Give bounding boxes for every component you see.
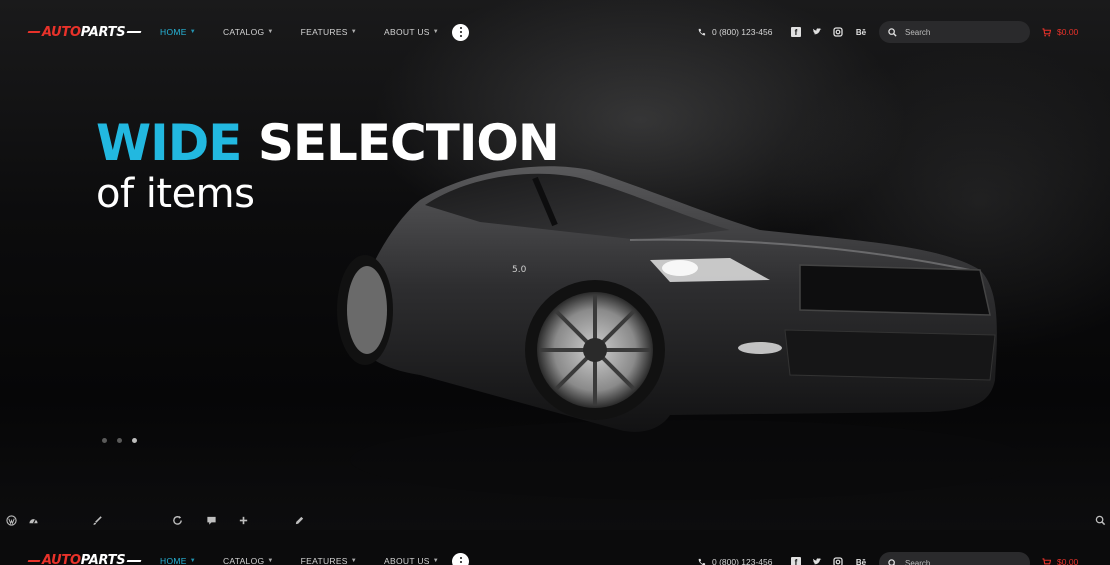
- slider-dot-2[interactable]: [117, 438, 122, 443]
- nav-features[interactable]: FEATURES ▼: [301, 27, 357, 37]
- slider-pagination: [102, 438, 137, 443]
- slider-dot-1[interactable]: [102, 438, 107, 443]
- search-input[interactable]: [905, 558, 1015, 565]
- main-nav: HOME ▼ CATALOG ▼ FEATURES ▼ ABOUT US ▼: [160, 556, 466, 565]
- plus-icon[interactable]: [237, 514, 249, 526]
- nav-catalog[interactable]: CATALOG ▼: [223, 27, 274, 37]
- slider-dot-3[interactable]: [132, 438, 137, 443]
- headline-subtitle: of items: [96, 171, 255, 217]
- svg-text:5.0: 5.0: [512, 265, 527, 275]
- cart-total: $0.00: [1057, 557, 1079, 565]
- edit-icon[interactable]: [293, 514, 305, 526]
- more-vertical-icon[interactable]: [452, 23, 469, 41]
- instagram-icon[interactable]: [833, 27, 843, 37]
- cart[interactable]: $0.00: [1042, 27, 1078, 37]
- headline-rest: SELECTION: [257, 114, 560, 172]
- nav-home-label: HOME: [160, 556, 187, 565]
- behance-icon[interactable]: Bē: [854, 27, 868, 37]
- nav-catalog-label: CATALOG: [222, 27, 265, 37]
- phone-icon: [698, 558, 706, 565]
- comment-icon[interactable]: [205, 514, 217, 526]
- chevron-down-icon: ▼: [267, 558, 274, 564]
- logo-swoosh-right: [126, 559, 142, 562]
- logo[interactable]: AUTO PARTS: [27, 553, 142, 565]
- logo-text-parts: PARTS: [80, 24, 126, 40]
- nav-about[interactable]: ABOUT US ▼: [384, 27, 439, 37]
- phone-number: 0 (800) 123-456: [712, 27, 773, 37]
- nav-about-label: ABOUT US: [384, 27, 430, 37]
- twitter-icon[interactable]: [812, 557, 822, 565]
- headline-accent: WIDE: [96, 114, 242, 172]
- hero-headline: WIDE SELECTION of items: [96, 118, 560, 217]
- search-input[interactable]: [905, 27, 1015, 37]
- logo-text-auto: AUTO: [42, 553, 81, 565]
- search-box[interactable]: [879, 21, 1030, 43]
- search-icon[interactable]: [1094, 514, 1106, 526]
- phone-contact[interactable]: 0 (800) 123-456: [697, 557, 773, 565]
- nav-features-label: FEATURES: [300, 27, 348, 37]
- nav-catalog-label: CATALOG: [222, 556, 265, 565]
- logo-text-auto: AUTO: [42, 24, 81, 40]
- nav-catalog[interactable]: CATALOG ▼: [223, 556, 274, 565]
- nav-about-label: ABOUT US: [384, 556, 430, 565]
- cart-icon: [1042, 27, 1051, 36]
- search-box[interactable]: [879, 552, 1030, 565]
- cart[interactable]: $0.00: [1042, 557, 1078, 565]
- search-icon: [888, 558, 896, 565]
- logo-swoosh: [27, 31, 41, 33]
- nav-features[interactable]: FEATURES ▼: [301, 556, 357, 565]
- logo-swoosh: [27, 559, 41, 562]
- phone-icon: [698, 28, 706, 35]
- chevron-down-icon: ▼: [432, 29, 439, 35]
- more-vertical-icon[interactable]: [452, 553, 469, 565]
- behance-icon[interactable]: Bē: [854, 557, 868, 565]
- social-links: f Bē: [791, 557, 868, 565]
- logo-text-parts: PARTS: [80, 553, 126, 565]
- chevron-down-icon: ▼: [189, 29, 196, 35]
- phone-contact[interactable]: 0 (800) 123-456: [697, 27, 773, 37]
- hero-banner: 5.0: [0, 0, 1110, 530]
- search-icon: [888, 27, 897, 37]
- wordpress-icon[interactable]: [5, 514, 17, 526]
- nav-home[interactable]: HOME ▼: [160, 556, 196, 565]
- editor-toolbar: [0, 510, 1110, 530]
- chevron-down-icon: ▼: [350, 29, 358, 35]
- site-header-duplicate: AUTO PARTS HOME ▼ CATALOG ▼ FEATURES ▼ A…: [0, 530, 1110, 565]
- logo-swoosh-right: [126, 31, 142, 33]
- chevron-down-icon: ▼: [267, 29, 274, 35]
- facebook-icon[interactable]: f: [791, 27, 801, 37]
- chevron-down-icon: ▼: [432, 558, 439, 564]
- refresh-icon[interactable]: [171, 514, 183, 526]
- nav-home[interactable]: HOME ▼: [160, 27, 196, 37]
- chevron-down-icon: ▼: [189, 558, 196, 564]
- facebook-icon[interactable]: f: [791, 557, 801, 565]
- brush-icon[interactable]: [91, 514, 103, 526]
- nav-features-label: FEATURES: [300, 556, 348, 565]
- logo[interactable]: AUTO PARTS: [27, 24, 142, 40]
- cart-icon: [1042, 557, 1051, 565]
- nav-home-label: HOME: [160, 27, 187, 37]
- page: 5.0 AUTO PARTS HOME ▼ CATALOG ▼ FEATURES…: [0, 0, 1110, 565]
- phone-number: 0 (800) 123-456: [712, 557, 773, 565]
- twitter-icon[interactable]: [812, 27, 822, 37]
- dashboard-icon[interactable]: [27, 514, 39, 526]
- instagram-icon[interactable]: [833, 557, 843, 565]
- site-header: AUTO PARTS HOME ▼ CATALOG ▼ FEATURES ▼ A…: [0, 0, 1110, 64]
- cart-total: $0.00: [1057, 27, 1079, 37]
- headline-title: WIDE SELECTION: [96, 118, 560, 168]
- chevron-down-icon: ▼: [350, 558, 358, 564]
- nav-about[interactable]: ABOUT US ▼: [384, 556, 439, 565]
- main-nav: HOME ▼ CATALOG ▼ FEATURES ▼ ABOUT US ▼: [160, 27, 466, 37]
- social-links: f Bē: [791, 27, 868, 37]
